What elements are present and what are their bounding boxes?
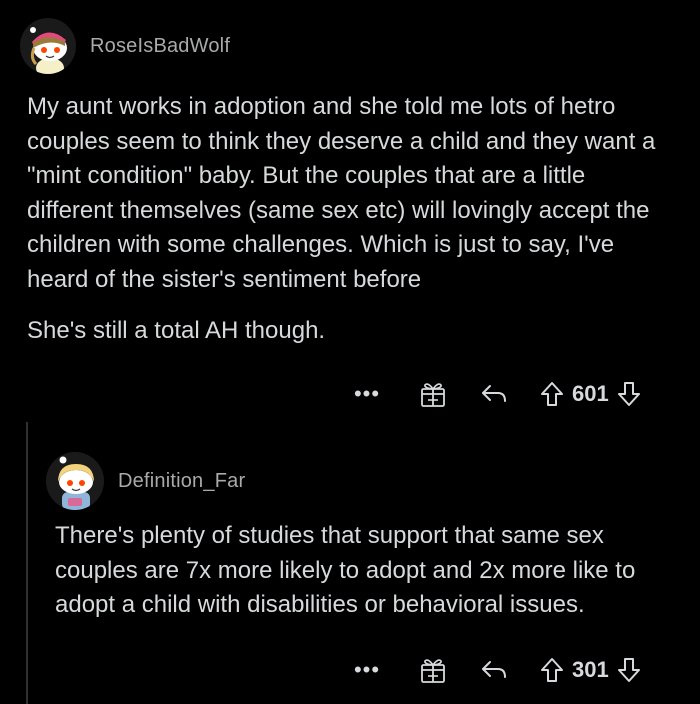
vote-score: 301 — [572, 657, 609, 682]
username[interactable]: RoseIsBadWolf — [90, 35, 230, 58]
comment-paragraph: There's plenty of studies that support t… — [55, 522, 636, 618]
comment-actions: ••• 301 — [352, 648, 641, 692]
reply-arrow-icon[interactable] — [480, 659, 508, 681]
avatar[interactable] — [46, 452, 104, 510]
comment-body: There's plenty of studies that support t… — [55, 519, 675, 623]
comment-definition-far: Definition_Far There's plenty of studies… — [0, 420, 700, 704]
snoo-avatar-icon — [20, 18, 76, 74]
gift-award-icon[interactable] — [420, 656, 446, 684]
comment-roseisbadwolf: RoseIsBadWolf My aunt works in adoption … — [0, 0, 700, 420]
comment-header: Definition_Far — [46, 452, 245, 510]
comment-body: My aunt works in adoption and she told m… — [27, 90, 677, 349]
upvote-arrow-icon[interactable] — [540, 657, 564, 683]
avatar[interactable] — [20, 18, 76, 74]
comment-header: RoseIsBadWolf — [20, 18, 230, 74]
comment-paragraph: She's still a total AH though. — [27, 317, 326, 344]
more-options-icon[interactable]: ••• — [352, 383, 382, 405]
gift-award-icon[interactable] — [420, 380, 446, 408]
snoo-avatar-icon — [46, 452, 104, 510]
downvote-arrow-icon[interactable] — [617, 657, 641, 683]
comment-actions: ••• 601 — [352, 372, 641, 416]
downvote-arrow-icon[interactable] — [617, 381, 641, 407]
username[interactable]: Definition_Far — [118, 470, 245, 493]
upvote-arrow-icon[interactable] — [540, 381, 564, 407]
reply-arrow-icon[interactable] — [480, 383, 508, 405]
comment-paragraph: My aunt works in adoption and she told m… — [27, 93, 656, 293]
more-options-icon[interactable]: ••• — [352, 659, 382, 681]
vote-score: 601 — [572, 381, 609, 406]
